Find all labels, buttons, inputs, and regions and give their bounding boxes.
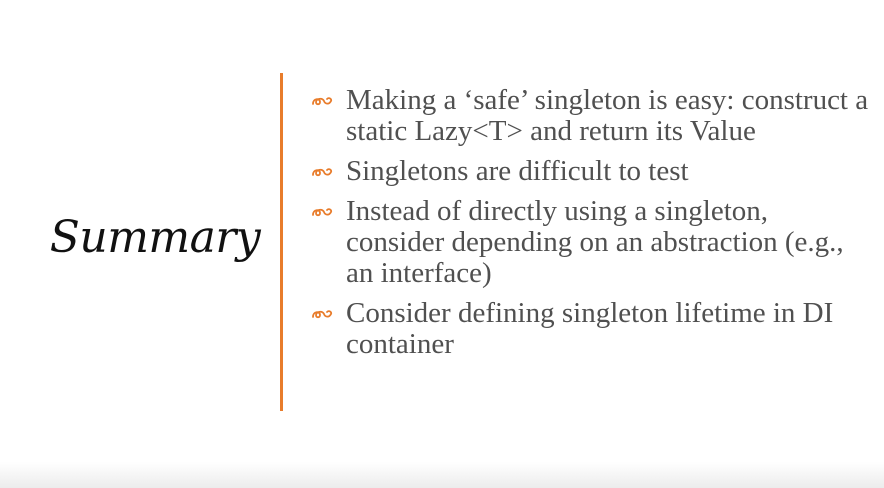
list-item: Making a ‘safe’ singleton is easy: const… xyxy=(310,85,870,147)
bullet-text: Consider defining singleton lifetime in … xyxy=(346,297,834,360)
curl-ornament-icon xyxy=(312,208,333,217)
vertical-divider xyxy=(280,73,283,411)
bullet-text: Singletons are difficult to test xyxy=(346,155,689,187)
bullet-text: Instead of directly using a singleton, c… xyxy=(346,195,844,289)
list-item: Consider defining singleton lifetime in … xyxy=(310,298,870,360)
curl-ornament-icon xyxy=(312,168,333,177)
list-item: Instead of directly using a singleton, c… xyxy=(310,196,870,289)
presentation-slide: Summary Making a ‘safe’ singleton is eas… xyxy=(0,0,884,488)
slide-title: Summary xyxy=(49,212,261,263)
bullet-list: Making a ‘safe’ singleton is easy: const… xyxy=(310,85,870,369)
bottom-edge-shadow xyxy=(0,462,884,488)
curl-ornament-icon xyxy=(312,310,333,319)
curl-ornament-icon xyxy=(312,97,333,106)
bullet-text: Making a ‘safe’ singleton is easy: const… xyxy=(346,84,869,147)
list-item: Singletons are difficult to test xyxy=(310,156,870,187)
